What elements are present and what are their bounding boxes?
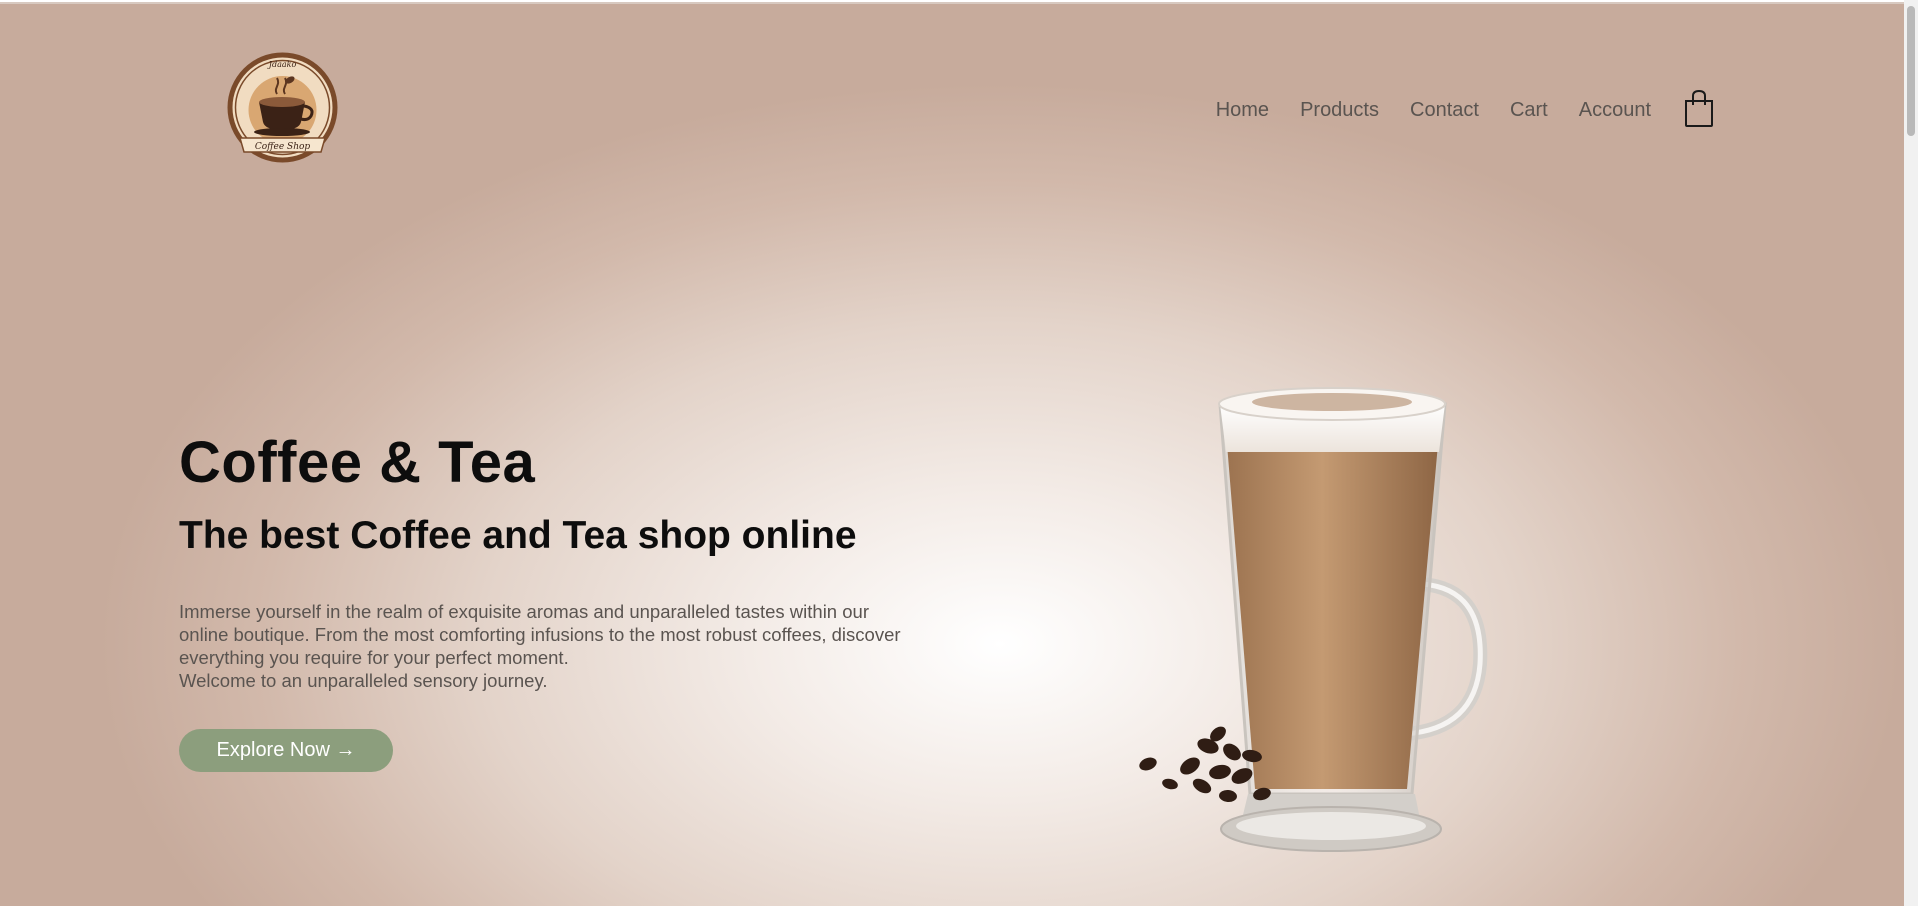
hero-title: Coffee & Tea xyxy=(179,430,536,495)
hero-subtitle: The best Coffee and Tea shop online xyxy=(179,514,857,557)
hero-section: Coffee Shop Jdaako Home Products Contact… xyxy=(0,2,1918,906)
shopping-bag-icon[interactable] xyxy=(1682,88,1716,128)
logo-top-text: Jdaako xyxy=(267,60,297,69)
latte-glass-image xyxy=(1139,387,1488,852)
hero-description-line: everything you require for your perfect … xyxy=(179,647,569,668)
page: Coffee Shop Jdaako Home Products Contact… xyxy=(0,0,1918,906)
nav-home[interactable]: Home xyxy=(1216,99,1269,122)
scrollbar[interactable] xyxy=(1904,0,1918,906)
hero-description-line: online boutique. From the most comfortin… xyxy=(179,624,901,645)
hero-description-line: Immerse yourself in the realm of exquisi… xyxy=(179,601,869,622)
explore-now-button[interactable]: Explore Now → xyxy=(179,729,393,772)
nav-cart[interactable]: Cart xyxy=(1510,99,1548,122)
logo-bottom-text: Coffee Shop xyxy=(255,142,311,152)
coffee-shop-logo[interactable]: Coffee Shop Jdaako xyxy=(225,50,340,165)
nav-products[interactable]: Products xyxy=(1300,99,1379,122)
hero-description-line: Welcome to an unparalleled sensory journ… xyxy=(179,670,548,691)
main-nav: Home Products Contact Cart Account xyxy=(1216,89,1716,128)
scrollbar-thumb[interactable] xyxy=(1907,6,1915,136)
nav-contact[interactable]: Contact xyxy=(1410,99,1479,122)
hero-description: Immerse yourself in the realm of exquisi… xyxy=(179,600,979,692)
nav-account[interactable]: Account xyxy=(1579,99,1651,122)
